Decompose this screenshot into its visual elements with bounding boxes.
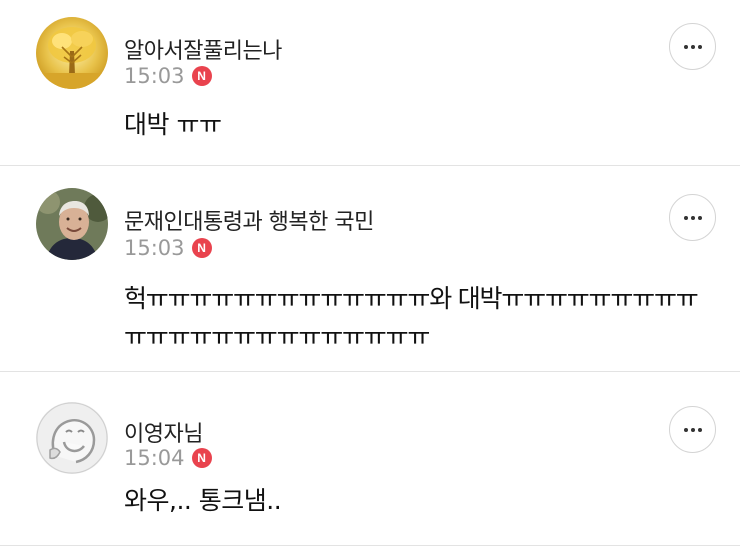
comment-item: 알아서잘풀리는나 15:03 N 대박 ㅠㅠ [0, 0, 740, 166]
comment-time: 15:03 [124, 64, 185, 88]
new-badge-icon: N [191, 66, 212, 86]
more-options-button[interactable] [669, 406, 716, 453]
comment-author[interactable]: 알아서잘풀리는나 [124, 33, 282, 65]
comment-author[interactable]: 문재인대통령과 행복한 국민 [124, 204, 374, 236]
comment-list: 알아서잘풀리는나 15:03 N 대박 ㅠㅠ 문재인대통령과 행복한 국민 15… [0, 0, 740, 549]
new-badge-icon: N [191, 448, 212, 468]
more-options-button[interactable] [669, 194, 716, 241]
comment-time: 15:04 [124, 446, 185, 470]
comment-text: 헉ㅠㅠㅠㅠㅠㅠㅠㅠㅠㅠㅠㅠㅠ와 대박ㅠㅠㅠㅠㅠㅠㅠㅠㅠㅠㅠㅠㅠㅠㅠㅠㅠㅠㅠㅠㅠㅠ… [124, 284, 699, 351]
comment-author[interactable]: 이영자님 [124, 416, 203, 448]
comment-meta: 15:03 N [124, 236, 212, 260]
comment-item: 이영자님 15:04 N 와우,.. 통크냄.. [0, 372, 740, 546]
comment-meta: 15:04 N [124, 446, 212, 470]
more-horizontal-icon [683, 44, 702, 49]
comment-meta: 15:03 N [124, 64, 212, 88]
comment-time: 15:03 [124, 236, 185, 260]
golden-tree-avatar-icon [36, 17, 108, 89]
comment-text: 대박 ㅠㅠ [124, 110, 222, 139]
cartoon-face-avatar-icon [36, 402, 108, 474]
more-horizontal-icon [683, 215, 702, 220]
avatar[interactable] [36, 188, 108, 260]
smiling-man-avatar-icon [36, 188, 108, 260]
avatar[interactable] [36, 402, 108, 474]
avatar[interactable] [36, 17, 108, 89]
comment-text: 와우,.. 통크냄.. [124, 486, 282, 515]
new-badge-icon: N [191, 238, 212, 258]
comment-item: 문재인대통령과 행복한 국민 15:03 N 헉ㅠㅠㅠㅠㅠㅠㅠㅠㅠㅠㅠㅠㅠ와 대… [0, 166, 740, 372]
more-horizontal-icon [683, 427, 702, 432]
more-options-button[interactable] [669, 23, 716, 70]
